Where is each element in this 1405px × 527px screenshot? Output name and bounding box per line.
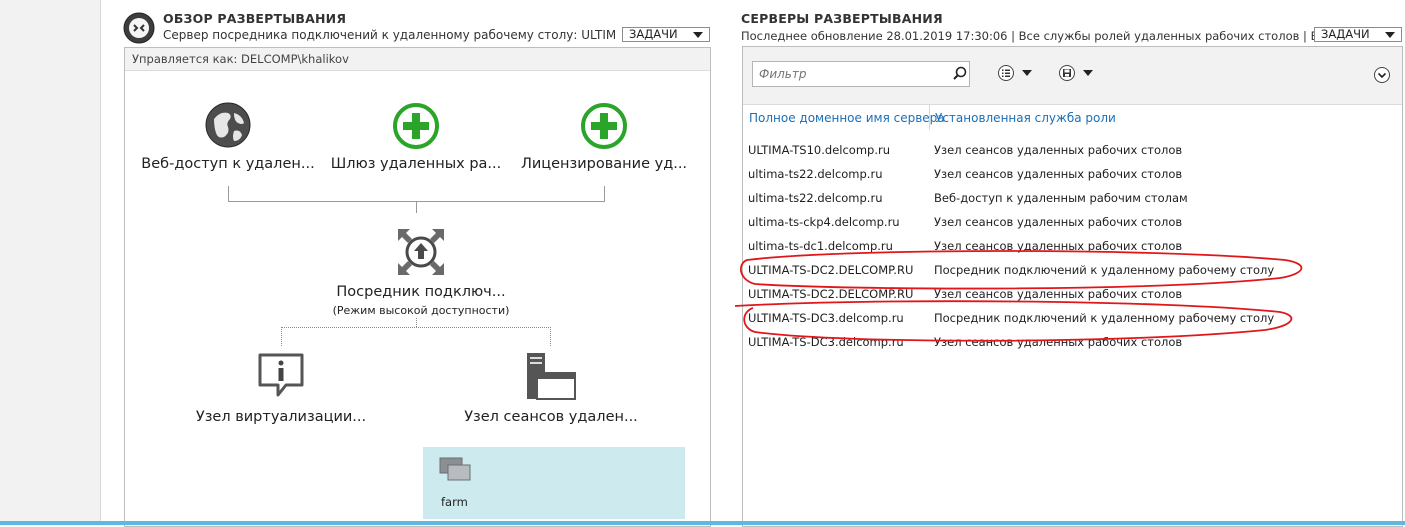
cell-fqdn: ultima-ts-ckp4.delcomp.ru — [748, 215, 900, 229]
chevron-down-circle-icon[interactable] — [1373, 66, 1391, 84]
remote-desktop-icon — [123, 12, 155, 44]
cell-fqdn: ultima-ts22.delcomp.ru — [748, 167, 883, 181]
add-green-icon[interactable] — [580, 102, 628, 150]
cell-fqdn: ultima-ts22.delcomp.ru — [748, 191, 883, 205]
red-annotation-marks — [734, 250, 1303, 342]
globe-icon[interactable] — [204, 101, 252, 149]
connector-line — [550, 327, 551, 346]
view-options-button[interactable] — [997, 64, 1037, 82]
node-virtualization-label[interactable]: Узел виртуализации... — [181, 409, 381, 425]
server-window-icon[interactable] — [525, 351, 577, 401]
node-licensing-label[interactable]: Лицензирование уд... — [514, 156, 694, 172]
broker-icon[interactable] — [396, 227, 446, 277]
table-row[interactable]: ultima-ts22.delcomp.ru Веб-доступ к удале… — [743, 188, 1402, 210]
speech-info-icon[interactable] — [256, 352, 306, 400]
tasks-label: ЗАДАЧИ — [1321, 27, 1370, 41]
node-broker-label[interactable]: Посредник подключ... — [311, 284, 531, 300]
left-navigation-gutter — [0, 0, 101, 525]
connector-line — [228, 186, 229, 201]
connector-line — [416, 318, 417, 327]
table-row[interactable]: ultima-ts-ckp4.delcomp.ru Узел сеансов уд… — [743, 212, 1402, 234]
servers-title: СЕРВЕРЫ РАЗВЕРТЫВАНИЯ — [741, 11, 943, 26]
table-row[interactable]: ultima-ts22.delcomp.ru Узел сеансов удале… — [743, 164, 1402, 186]
cell-role: Веб-доступ к удаленным рабочим столам — [934, 191, 1188, 205]
connector-line — [604, 186, 605, 201]
cell-role: Узел сеансов удаленных рабочих столов — [934, 215, 1183, 229]
cell-role: Узел сеансов удаленных рабочих столов — [934, 143, 1183, 157]
node-gateway-label[interactable]: Шлюз удаленных ра... — [326, 156, 506, 172]
save-icon — [1059, 65, 1075, 81]
search-icon[interactable] — [952, 66, 968, 82]
filter-input[interactable] — [752, 61, 970, 87]
collection-icon — [439, 457, 471, 481]
servers-tasks-button[interactable]: ЗАДАЧИ — [1314, 27, 1402, 42]
add-green-icon[interactable] — [392, 102, 440, 150]
column-header-fqdn[interactable]: Полное доменное имя сервера — [749, 111, 945, 125]
node-broker-mode: (Режим высокой доступности) — [332, 304, 510, 317]
node-web-access-label[interactable]: Веб-доступ к удален... — [138, 156, 318, 172]
chevron-down-icon — [1022, 70, 1032, 76]
connector-line — [281, 327, 551, 328]
servers-subtitle: Последнее обновление 28.01.2019 17:30:06… — [741, 29, 1360, 43]
bottom-accent-bar — [0, 521, 1405, 525]
node-session-host-label[interactable]: Узел сеансов удален... — [451, 409, 651, 425]
cell-fqdn: ULTIMA-TS10.delcomp.ru — [748, 143, 891, 157]
farm-label: farm — [441, 495, 468, 509]
tasks-label: ЗАДАЧИ — [629, 27, 678, 41]
overview-subtitle: Сервер посредника подключений к удаленно… — [163, 28, 615, 42]
connector-line — [416, 201, 417, 213]
list-view-icon — [998, 65, 1014, 81]
managed-as-label: Управляется как: DELCOMP\khalikov — [132, 52, 349, 66]
farm-collection-tile[interactable]: farm — [423, 447, 685, 519]
cell-role: Узел сеансов удаленных рабочих столов — [934, 167, 1183, 181]
connector-line — [281, 327, 282, 346]
table-row[interactable]: ULTIMA-TS10.delcomp.ru Узел сеансов удале… — [743, 140, 1402, 162]
chevron-down-icon — [1385, 32, 1395, 38]
chevron-down-icon — [1083, 70, 1093, 76]
overview-title: ОБЗОР РАЗВЕРТЫВАНИЯ — [163, 11, 347, 26]
save-options-button[interactable] — [1058, 64, 1098, 82]
overview-tasks-button[interactable]: ЗАДАЧИ — [622, 27, 710, 42]
chevron-down-icon — [693, 32, 703, 38]
column-header-role[interactable]: Установленная служба роли — [935, 111, 1116, 125]
